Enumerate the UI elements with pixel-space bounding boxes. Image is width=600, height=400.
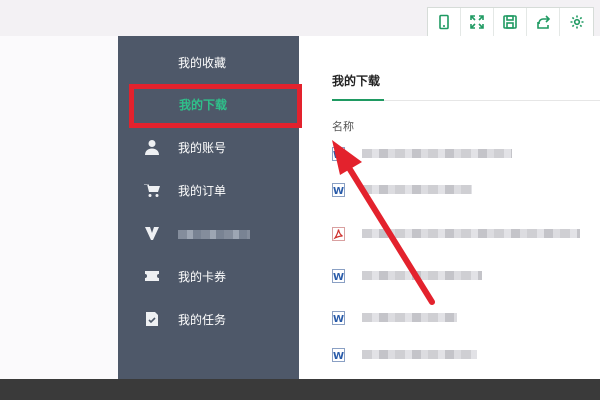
vip-icon [144,225,160,241]
sidebar-item-label: 我的任务 [178,312,227,327]
file-row[interactable]: W [332,143,592,165]
file-row[interactable] [332,223,592,245]
settings-button[interactable] [560,8,593,36]
sidebar-item-vip[interactable] [118,218,299,248]
task-icon [144,311,160,327]
sidebar-item-tasks[interactable]: 我的任务 [118,304,299,334]
file-name-blurred [362,149,512,158]
phone-icon [439,14,449,30]
word-icon: W [332,146,345,161]
tab-active-underline [332,99,384,101]
file-name-blurred [362,271,482,280]
sidebar-item-account[interactable]: 我的账号 [118,132,299,162]
word-icon: W [332,268,345,283]
bottom-strip [0,379,600,400]
screenshot: 我的收藏 我的下载 我的账号 我的订单 我的卡券 我的任务 我的下载 名称 W … [0,0,600,400]
file-row[interactable]: W [332,307,592,329]
sidebar: 我的收藏 我的下载 我的账号 我的订单 我的卡券 我的任务 [118,36,299,379]
sidebar-item-orders[interactable]: 我的订单 [118,175,299,205]
sidebar-item-label: 我的下载 [179,97,228,112]
phone-button[interactable] [428,8,461,36]
cart-icon [144,182,160,198]
file-row[interactable]: W [332,179,592,201]
ticket-icon [144,268,160,284]
sidebar-item-favorites[interactable]: 我的收藏 [118,47,299,77]
sidebar-item-label: 我的订单 [178,183,227,198]
file-row[interactable]: W [332,265,592,287]
left-blank-area [0,36,118,379]
user-icon [144,139,160,155]
file-name-blurred [362,229,580,238]
sidebar-item-coupons[interactable]: 我的卡券 [118,261,299,291]
svg-text:W: W [333,351,344,362]
fullscreen-button[interactable] [461,8,494,36]
tab-divider [384,100,600,101]
word-icon: W [332,182,345,197]
file-name-blurred [362,350,477,359]
svg-text:W: W [333,272,344,283]
share-button[interactable] [527,8,560,36]
sidebar-item-label: 我的账号 [178,140,227,155]
share-icon [537,15,551,29]
word-icon: W [332,347,345,362]
tab-downloads[interactable]: 我的下载 [332,72,380,89]
save-button[interactable] [494,8,527,36]
downloads-panel: 我的下载 名称 W W W W W [299,36,600,379]
file-name-blurred [362,313,457,322]
save-icon [503,15,517,29]
settings-icon [570,15,583,29]
file-name-blurred [362,185,472,194]
svg-text:W: W [333,314,344,325]
file-row[interactable]: W [332,344,592,366]
sidebar-item-label-blurred [178,230,250,239]
top-toolbar [427,7,594,37]
sidebar-item-label: 我的收藏 [178,55,227,70]
svg-text:W: W [333,186,344,197]
column-header-name: 名称 [332,120,354,133]
pdf-icon [332,226,345,241]
word-icon: W [332,310,345,325]
svg-text:W: W [333,150,344,161]
sidebar-item-downloads[interactable]: 我的下载 [118,89,299,119]
fullscreen-icon [470,15,484,29]
sidebar-item-label: 我的卡券 [178,269,227,284]
